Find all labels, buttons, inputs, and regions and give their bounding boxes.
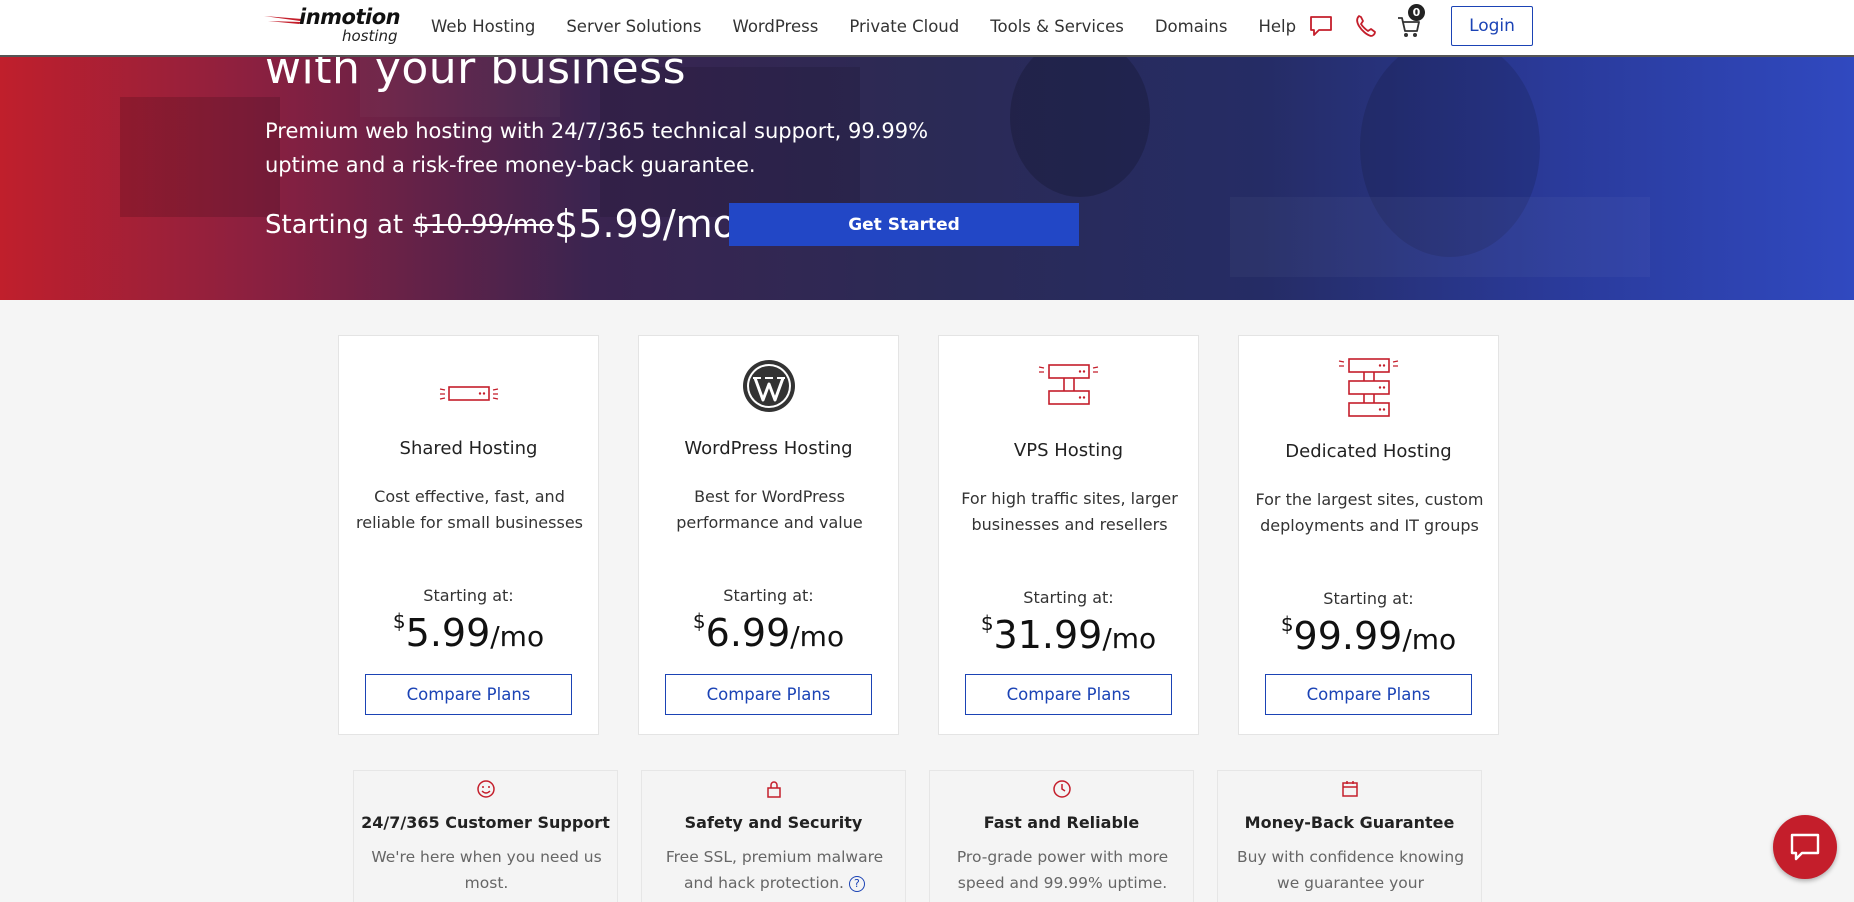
main-nav: Web Hosting Server Solutions WordPress P… <box>431 0 1327 52</box>
hero-price-new: $5.99/mo <box>554 202 736 246</box>
plan-price-period: /mo <box>790 620 845 653</box>
hero-price-line: Starting at $10.99/mo $5.99/mo <box>265 202 736 248</box>
plan-title: Shared Hosting <box>399 438 538 459</box>
plan-card-dedicated: Dedicated Hosting For the largest sites,… <box>1238 335 1499 735</box>
nav-web-hosting[interactable]: Web Hosting <box>431 17 535 36</box>
compare-plans-button-dedicated[interactable]: Compare Plans <box>1265 674 1472 715</box>
compare-plans-button-wordpress[interactable]: Compare Plans <box>665 674 872 715</box>
login-button[interactable]: Login <box>1451 6 1533 46</box>
plan-price-amount: 5.99 <box>405 611 491 655</box>
plan-price-period: /mo <box>1402 623 1457 656</box>
plan-price-currency: $ <box>692 609 706 633</box>
hero-banner: with your business Premium web hosting w… <box>0 57 1854 300</box>
calendar-icon <box>1341 781 1358 797</box>
plan-card-vps: VPS Hosting For high traffic sites, larg… <box>938 335 1199 735</box>
plan-price-amount: 99.99 <box>1293 614 1403 658</box>
plan-price-period: /mo <box>1102 622 1157 655</box>
plan-description: Cost effective, fast, and reliable for s… <box>356 487 583 532</box>
feature-title: 24/7/365 Customer Support <box>361 813 610 832</box>
clock-icon <box>1052 780 1071 798</box>
plan-price: $99.99/mo <box>1239 612 1498 658</box>
wordpress-icon <box>742 360 795 412</box>
plan-description: Best for WordPress performance and value <box>676 487 863 532</box>
feature-description: Buy with confidence knowing we guarantee… <box>1236 848 1465 902</box>
plan-price-amount: 31.99 <box>993 613 1103 657</box>
feature-title: Money-Back Guarantee <box>1244 813 1455 832</box>
chat-bubble-icon[interactable] <box>1308 13 1334 39</box>
plan-price-currency: $ <box>1280 612 1294 636</box>
nav-wordpress[interactable]: WordPress <box>732 17 818 36</box>
plan-card-wordpress: WordPress Hosting Best for WordPress per… <box>638 335 899 735</box>
plan-description: For the largest sites, custom deployment… <box>1255 490 1484 535</box>
hero-price-prefix: Starting at <box>265 210 404 240</box>
compare-plans-button-shared[interactable]: Compare Plans <box>365 674 572 715</box>
smile-icon <box>476 780 495 798</box>
hero-heading: with your business <box>265 57 687 94</box>
plan-title: WordPress Hosting <box>684 438 853 459</box>
inmotion-logo[interactable]: inmotion hosting <box>264 5 414 47</box>
dedicated-server-icon <box>1338 358 1398 417</box>
nav-help[interactable]: Help <box>1258 17 1296 36</box>
plan-price: $5.99/mo <box>339 609 598 655</box>
feature-customer-support: 24/7/365 Customer Support We're here whe… <box>353 770 618 902</box>
cart-count-badge: 0 <box>1408 4 1425 21</box>
vps-server-icon <box>1038 364 1098 405</box>
plan-description: For high traffic sites, larger businesse… <box>961 489 1178 534</box>
hero-subheading: Premium web hosting with 24/7/365 techni… <box>265 119 929 177</box>
plan-price-currency: $ <box>980 611 994 635</box>
compare-plans-button-vps[interactable]: Compare Plans <box>965 674 1172 715</box>
logo-subtitle: hosting <box>342 27 398 45</box>
plan-title: VPS Hosting <box>1013 440 1124 461</box>
logo-wordmark: inmotion <box>299 5 401 29</box>
feature-fast-reliable: Fast and Reliable Pro-grade power with m… <box>929 770 1194 902</box>
live-chat-button[interactable] <box>1773 815 1837 879</box>
feature-money-back: Money-Back Guarantee Buy with confidence… <box>1217 770 1482 902</box>
plan-price-period: /mo <box>490 620 545 653</box>
nav-domains[interactable]: Domains <box>1155 17 1228 36</box>
plan-price-currency: $ <box>392 609 406 633</box>
feature-description: Pro-grade power with more speed and 99.9… <box>956 848 1169 892</box>
nav-tools-services[interactable]: Tools & Services <box>990 17 1124 36</box>
hero-price-old: $10.99/mo <box>413 210 555 240</box>
plan-starting-label: Starting at: <box>1023 588 1114 607</box>
site-header: inmotion hosting Web Hosting Server Solu… <box>0 0 1854 57</box>
plan-starting-label: Starting at: <box>723 586 814 605</box>
nav-private-cloud[interactable]: Private Cloud <box>849 17 959 36</box>
feature-title: Fast and Reliable <box>983 813 1140 832</box>
chat-widget-icon <box>1790 833 1820 861</box>
feature-description: Free SSL, premium malware and hack prote… <box>652 844 897 896</box>
feature-description: We're here when you need us most. <box>371 848 602 892</box>
feature-safety-security: Safety and Security Free SSL, premium ma… <box>641 770 906 902</box>
feature-title: Safety and Security <box>684 813 863 832</box>
help-question-icon[interactable]: ? <box>848 876 865 892</box>
plan-card-shared: Shared Hosting Cost effective, fast, and… <box>338 335 599 735</box>
get-started-button[interactable]: Get Started <box>729 203 1079 246</box>
plan-price: $6.99/mo <box>639 609 898 655</box>
plan-price-amount: 6.99 <box>705 611 791 655</box>
plan-starting-label: Starting at: <box>423 586 514 605</box>
plan-title: Dedicated Hosting <box>1285 441 1452 462</box>
phone-icon[interactable] <box>1353 13 1379 39</box>
logo-swoosh-icon <box>264 16 302 24</box>
nav-server-solutions[interactable]: Server Solutions <box>566 17 701 36</box>
plan-starting-label: Starting at: <box>1323 589 1414 608</box>
server-icon <box>439 386 498 401</box>
lock-icon <box>766 781 781 798</box>
plan-price: $31.99/mo <box>939 611 1198 657</box>
